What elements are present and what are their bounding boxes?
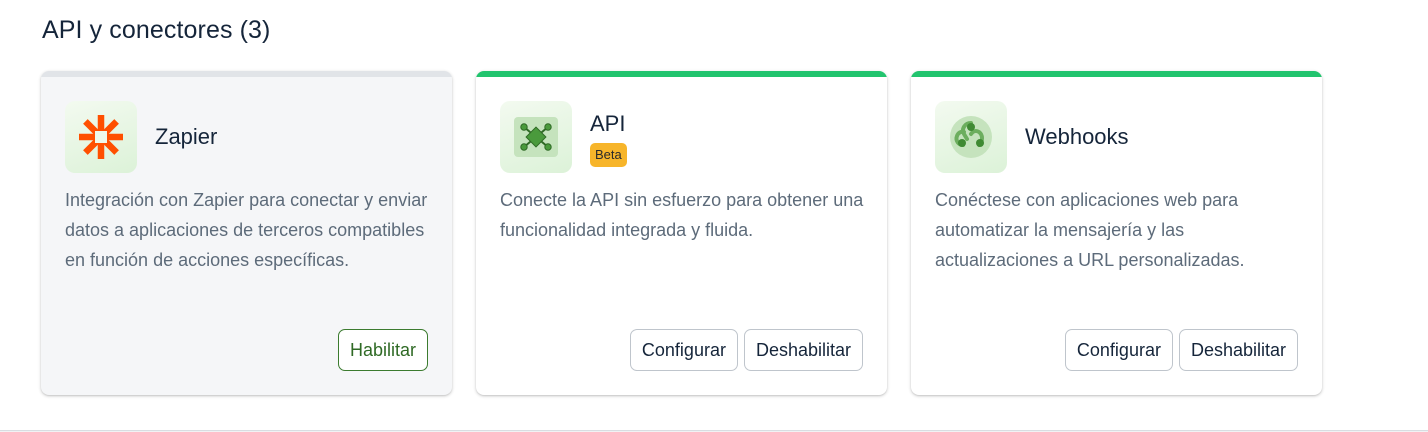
integrations-panel: API y conectores (3) Zapier Integración … bbox=[0, 0, 1428, 431]
card-status-bar bbox=[476, 71, 887, 77]
card-webhooks: Webhooks Conéctese con aplicaciones web … bbox=[911, 71, 1322, 395]
disable-button[interactable]: Deshabilitar bbox=[1178, 329, 1298, 371]
card-description: Integración con Zapier para conectar y e… bbox=[65, 190, 428, 270]
api-logo bbox=[500, 101, 572, 173]
card-title: Zapier bbox=[155, 124, 218, 149]
section-title: API y conectores (3) bbox=[42, 16, 271, 44]
card-actions: Configurar Deshabilitar bbox=[1064, 329, 1298, 371]
card-description: Conéctese con aplicaciones web para auto… bbox=[935, 190, 1245, 270]
enable-button[interactable]: Habilitar bbox=[337, 329, 428, 371]
zapier-logo bbox=[65, 101, 137, 173]
card-title: API bbox=[590, 111, 626, 136]
card-status-bar bbox=[41, 71, 452, 77]
disable-button[interactable]: Deshabilitar bbox=[743, 329, 863, 371]
card-api: API Beta Conecte la API sin esfuerzo par… bbox=[476, 71, 887, 395]
card-actions: Habilitar bbox=[337, 329, 428, 371]
webhook-icon bbox=[950, 116, 992, 158]
beta-badge: Beta bbox=[590, 143, 627, 167]
configure-button[interactable]: Configurar bbox=[629, 329, 738, 371]
card-actions: Configurar Deshabilitar bbox=[629, 329, 863, 371]
card-zapier: Zapier Integración con Zapier para conec… bbox=[41, 71, 452, 395]
card-title: Webhooks bbox=[1025, 124, 1129, 149]
configure-button[interactable]: Configurar bbox=[1064, 329, 1173, 371]
card-description: Conecte la API sin esfuerzo para obtener… bbox=[500, 190, 864, 240]
webhooks-logo bbox=[935, 101, 1007, 173]
zapier-asterisk-icon bbox=[79, 115, 123, 159]
api-nodes-icon bbox=[514, 117, 558, 157]
card-status-bar bbox=[911, 71, 1322, 77]
